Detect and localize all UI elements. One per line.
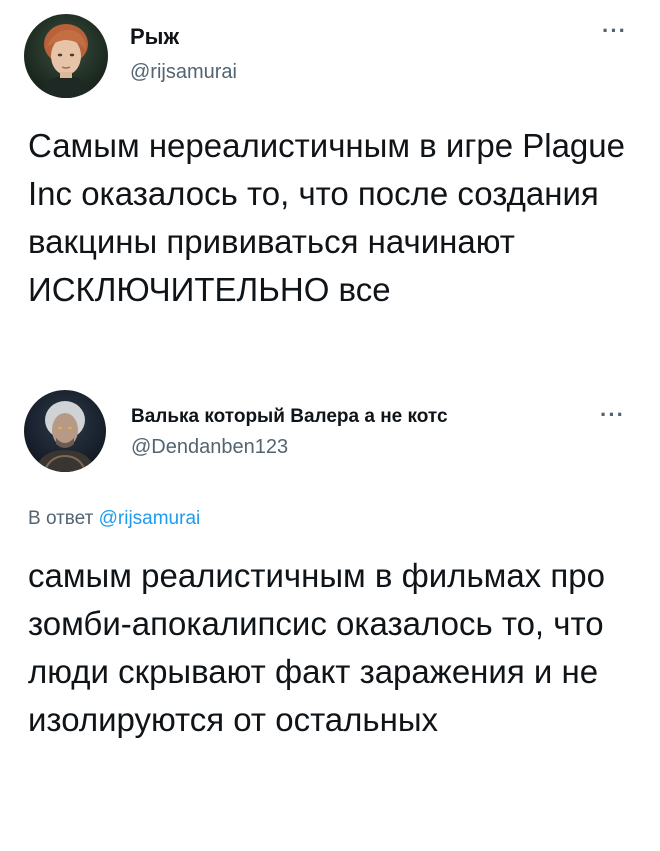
tweet[interactable]: Рыж @rijsamurai ··· Самым нереалистичным…: [0, 0, 660, 380]
author-name[interactable]: Валька который Валера а не котс: [131, 406, 571, 428]
author-name[interactable]: Рыж: [130, 24, 179, 50]
author-handle[interactable]: @Dendanben123: [131, 436, 288, 459]
tweet-text: Самым нереалистичным в игре Plague Inc о…: [28, 127, 625, 308]
reply-prefix: В ответ: [28, 508, 94, 529]
more-horizontal-icon[interactable]: ···: [600, 404, 625, 426]
reply-context: В ответ @rijsamurai: [28, 508, 200, 530]
reply-mention-link[interactable]: @rijsamurai: [99, 508, 201, 529]
avatar[interactable]: [24, 390, 106, 472]
tweet[interactable]: Валька который Валера а не котс @Dendanb…: [0, 380, 660, 851]
tweet-text: самым реалистичным в фильмах про зомби-а…: [28, 557, 605, 738]
avatar[interactable]: [24, 14, 108, 98]
more-horizontal-icon[interactable]: ···: [602, 20, 627, 42]
author-handle[interactable]: @rijsamurai: [130, 61, 237, 84]
